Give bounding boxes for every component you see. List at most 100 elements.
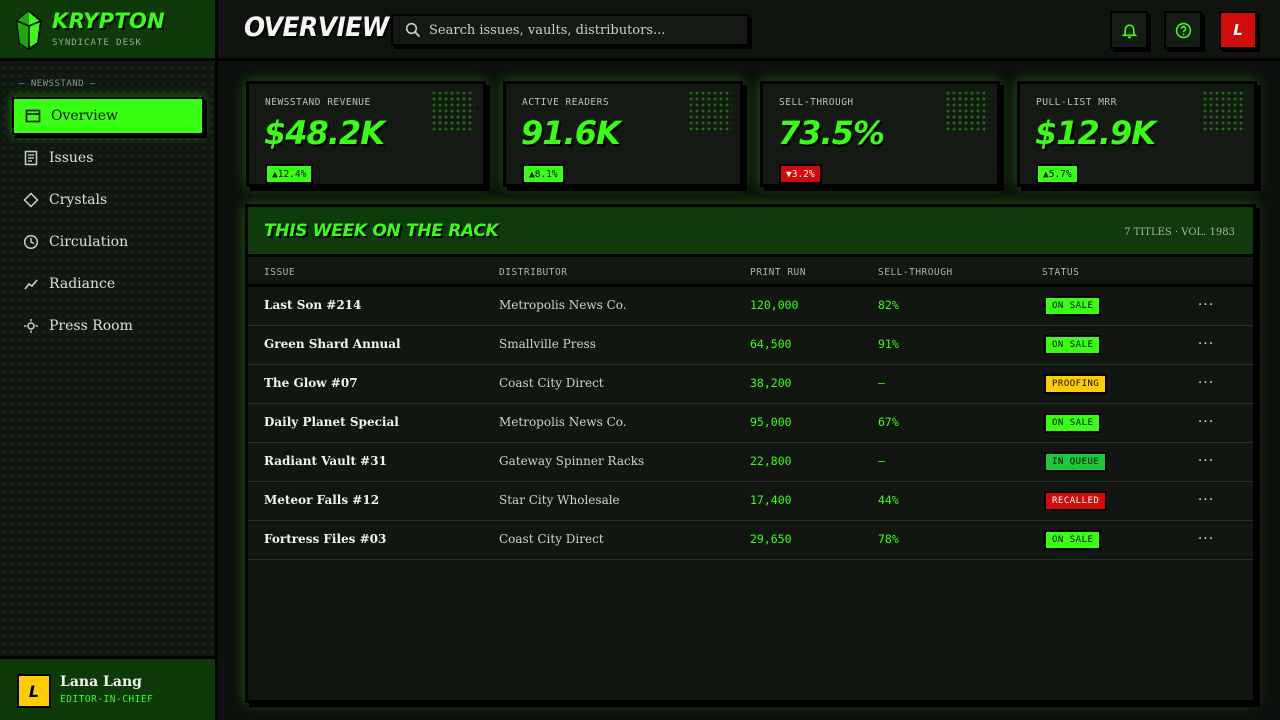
search-icon [405,22,421,38]
column-header-status[interactable]: STATUS [1042,267,1079,278]
help-button[interactable] [1164,11,1202,49]
table-row[interactable]: Daily Planet Special Metropolis News Co.… [248,404,1253,443]
issue-title[interactable]: The Glow #07 [264,376,358,390]
sidebar-item-press-room[interactable]: Press Room [12,307,204,345]
table-row[interactable]: Radiant Vault #31 Gateway Spinner Racks … [248,443,1253,482]
kpi-delta-badge: ▲8.1% [522,164,565,184]
issue-title[interactable]: Meteor Falls #12 [264,493,379,507]
sidebar-item-label: Issues [49,150,94,166]
print-run: 22,800 [750,454,792,468]
more-actions-icon[interactable]: ··· [1194,449,1218,473]
table-row[interactable]: The Glow #07 Coast City Direct 38,200 — … [248,365,1253,404]
search-bar[interactable] [391,14,749,46]
sell-through: 67% [878,415,899,429]
more-actions-icon[interactable]: ··· [1194,332,1218,356]
status-badge: RECALLED [1044,491,1108,511]
sidebar-item-label: Press Room [49,318,133,334]
sidebar-item-radiance[interactable]: Radiance [12,265,204,303]
kpi-value: $48.2K [264,114,385,152]
issue-title[interactable]: Green Shard Annual [264,337,401,351]
panel-meta: 7 TITLES · VOL. 1983 [1124,227,1235,238]
status-badge: ON SALE [1044,530,1102,550]
page-title: OVERVIEW [244,12,389,43]
sell-through: 78% [878,532,899,546]
profile-button[interactable]: L [1219,11,1257,49]
clock-icon [23,234,39,250]
kpi-label: SELL-THROUGH [779,97,854,108]
panel-header: THIS WEEK ON THE RACK 7 TITLES · VOL. 19… [248,207,1253,257]
sidebar-item-circulation[interactable]: Circulation [12,223,204,261]
sell-through: 82% [878,298,899,312]
kpi-label: PULL-LIST MRR [1036,97,1117,108]
kpi-delta-badge: ▲12.4% [265,164,314,184]
status-badge: ON SALE [1044,296,1102,316]
search-input[interactable] [429,22,729,38]
panel-title: THIS WEEK ON THE RACK [264,221,499,241]
distributor-name: Smallville Press [499,337,596,351]
column-header-issue[interactable]: ISSUE [264,267,295,278]
sun-icon [23,318,39,334]
status-badge: ON SALE [1044,335,1102,355]
kpi-card-revenue: NEWSSTAND REVENUE $48.2K ▲12.4% [246,81,486,187]
sidebar-nav: Overview Issues Crystals Circulation Rad… [12,97,204,349]
issue-title[interactable]: Radiant Vault #31 [264,454,387,468]
user-name: Lana Lang [60,674,142,690]
more-actions-icon[interactable]: ··· [1194,293,1218,317]
status-badge: IN QUEUE [1044,452,1108,472]
sidebar-item-overview[interactable]: Overview [12,97,204,135]
column-header-sell-through[interactable]: SELL-THROUGH [878,267,953,278]
column-header-distributor[interactable]: DISTRIBUTOR [499,267,567,278]
issue-title[interactable]: Last Son #214 [264,298,361,312]
kpi-card-pull-list: PULL-LIST MRR $12.9K ▲5.7% [1017,81,1257,187]
decorative-dots [945,90,989,134]
print-run: 95,000 [750,415,792,429]
distributor-name: Gateway Spinner Racks [499,454,645,468]
brand-subtitle: SYNDICATE DESK [52,38,142,48]
sell-through: — [878,454,885,468]
kpi-delta-badge: ▼3.2% [779,164,822,184]
trend-line-icon [23,276,39,292]
layout-icon [25,108,41,124]
sidebar-item-label: Radiance [49,276,116,292]
brand-header: KRYPTON SYNDICATE DESK [0,0,215,61]
table-row[interactable]: Green Shard Annual Smallville Press 64,5… [248,326,1253,365]
diamond-icon [23,192,39,208]
kpi-value: 73.5% [778,114,885,152]
distributor-name: Metropolis News Co. [499,298,627,312]
table-row[interactable]: Fortress Files #03 Coast City Direct 29,… [248,521,1253,560]
table-row[interactable]: Meteor Falls #12 Star City Wholesale 17,… [248,482,1253,521]
more-actions-icon[interactable]: ··· [1194,488,1218,512]
user-role: EDITOR-IN-CHIEF [60,694,154,705]
notifications-button[interactable] [1110,11,1148,49]
issue-title[interactable]: Fortress Files #03 [264,532,386,546]
issue-title[interactable]: Daily Planet Special [264,415,399,429]
sidebar-item-crystals[interactable]: Crystals [12,181,204,219]
user-profile[interactable]: L Lana Lang EDITOR-IN-CHIEF [0,656,215,720]
decorative-dots [688,90,732,134]
topbar: OVERVIEW L [218,0,1280,61]
table-row[interactable]: Last Son #214 Metropolis News Co. 120,00… [248,287,1253,326]
kpi-delta-badge: ▲5.7% [1036,164,1079,184]
status-badge: PROOFING [1044,374,1108,394]
kpi-card-readers: ACTIVE READERS 91.6K ▲8.1% [503,81,743,187]
column-header-print-run[interactable]: PRINT RUN [750,267,806,278]
print-run: 38,200 [750,376,792,390]
sell-through: 91% [878,337,899,351]
bell-icon [1121,23,1137,38]
print-run: 120,000 [750,298,799,312]
nav-section-label: — NEWSSTAND — [19,79,96,89]
more-actions-icon[interactable]: ··· [1194,527,1218,551]
more-actions-icon[interactable]: ··· [1194,371,1218,395]
document-icon [23,150,39,166]
sidebar-item-issues[interactable]: Issues [12,139,204,177]
sidebar-item-label: Overview [51,108,119,124]
decorative-dots [1202,90,1246,134]
more-actions-icon[interactable]: ··· [1194,410,1218,434]
distributor-name: Star City Wholesale [499,493,620,507]
brand-name: KRYPTON [52,9,165,33]
print-run: 29,650 [750,532,792,546]
print-run: 64,500 [750,337,792,351]
kpi-label: NEWSSTAND REVENUE [265,97,371,108]
crystal-logo-icon [15,10,43,50]
sidebar-item-label: Crystals [49,192,108,208]
